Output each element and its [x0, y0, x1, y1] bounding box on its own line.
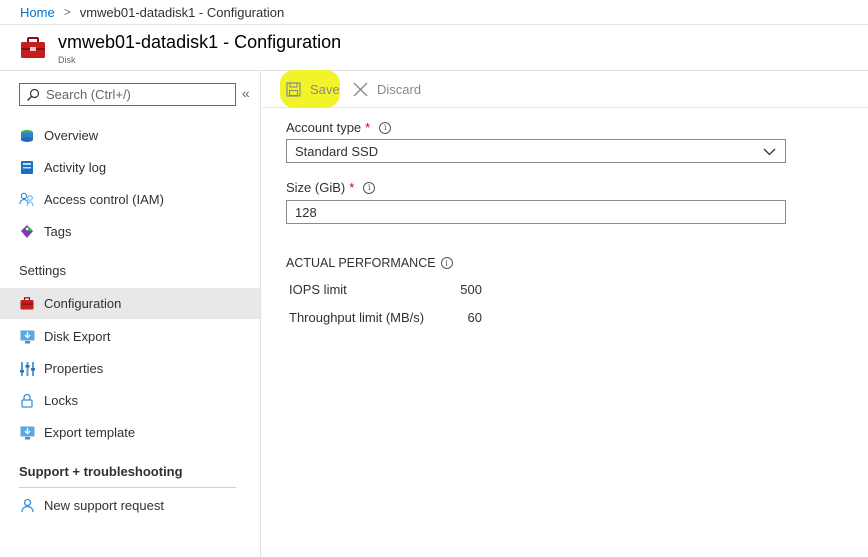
sidebar-item-disk-export[interactable]: Disk Export [0, 321, 260, 352]
lock-icon [19, 393, 35, 409]
overview-icon [19, 128, 35, 144]
export-icon [19, 329, 35, 345]
command-bar: Save Discard [262, 70, 868, 108]
sidebar-item-label: Access control (IAM) [44, 192, 164, 207]
save-button[interactable]: Save [286, 77, 340, 102]
info-icon[interactable]: i [440, 257, 453, 269]
sidebar-item-label: Configuration [44, 296, 122, 311]
section-divider [19, 487, 236, 488]
breadcrumb-current: vmweb01-datadisk1 - Configuration [79, 4, 285, 20]
settings-section-heading: Settings [19, 263, 66, 278]
sidebar-item-new-support-request[interactable]: New support request [0, 490, 260, 521]
save-label: Save [310, 82, 340, 97]
sidebar-item-label: Properties [44, 361, 104, 376]
support-icon [19, 498, 35, 514]
collapse-menu-button[interactable]: « [242, 85, 250, 101]
page-title: vmweb01-datadisk1 - Configuration [58, 32, 342, 52]
close-icon [353, 82, 368, 97]
iops-limit-value: 500 [460, 282, 482, 297]
sidebar-item-label: Tags [44, 224, 72, 239]
required-mark: * [365, 120, 371, 135]
sidebar-item-configuration[interactable]: Configuration [0, 288, 260, 319]
sidebar-item-properties[interactable]: Properties [0, 353, 260, 384]
toolbox-icon [21, 37, 45, 58]
info-icon[interactable]: i [363, 181, 376, 194]
iops-limit-label: IOPS limit [289, 282, 347, 297]
account-type-value: Standard SSD [295, 143, 379, 159]
sidebar-item-label: Disk Export [44, 329, 111, 344]
resource-menu: Search (Ctrl+/) « Overview Activity log … [0, 71, 261, 557]
page-subtitle: Disk [58, 55, 76, 65]
sidebar-item-label: Overview [44, 128, 99, 143]
sidebar-item-label: Activity log [44, 160, 107, 175]
size-label-text: Size (GiB) [286, 180, 346, 195]
account-type-label-text: Account type [286, 120, 362, 135]
search-input[interactable]: Search (Ctrl+/) [19, 83, 236, 106]
account-type-label: Account type * i [286, 120, 392, 135]
size-label: Size (GiB) * i [286, 180, 376, 195]
toolbox-icon [19, 296, 35, 312]
account-type-dropdown[interactable]: Standard SSD [286, 139, 786, 163]
discard-button[interactable]: Discard [353, 77, 421, 102]
required-mark: * [349, 180, 355, 195]
sidebar-item-label: Export template [44, 425, 136, 440]
sidebar-item-label: New support request [44, 498, 164, 513]
throughput-limit-label: Throughput limit (MB/s) [289, 310, 425, 325]
performance-title: ACTUAL PERFORMANCE [286, 256, 436, 270]
page-header: vmweb01-datadisk1 - Configuration Disk [0, 25, 868, 71]
sidebar-item-export-template[interactable]: Export template [0, 417, 260, 448]
sidebar-item-overview[interactable]: Overview [0, 120, 260, 151]
activity-log-icon [19, 160, 35, 176]
breadcrumb: Home > vmweb01-datadisk1 - Configuration [0, 0, 868, 25]
throughput-limit-value: 60 [467, 310, 482, 325]
performance-heading: ACTUAL PERFORMANCE i [286, 256, 453, 270]
breadcrumb-home-link[interactable]: Home [20, 5, 55, 20]
sidebar-item-tags[interactable]: Tags [0, 216, 260, 247]
sidebar-item-access-control[interactable]: Access control (IAM) [0, 184, 260, 215]
sidebar-item-locks[interactable]: Locks [0, 385, 260, 416]
properties-icon [19, 361, 35, 377]
template-icon [19, 425, 35, 441]
info-icon[interactable]: i [379, 121, 392, 134]
search-placeholder: Search (Ctrl+/) [46, 87, 131, 102]
sidebar-item-activity-log[interactable]: Activity log [0, 152, 260, 183]
search-icon [27, 88, 40, 101]
discard-label: Discard [377, 82, 422, 97]
size-input[interactable]: 128 [286, 200, 786, 224]
save-icon [286, 82, 301, 97]
breadcrumb-separator: > [63, 5, 71, 19]
people-icon [19, 192, 35, 208]
chevron-down-icon [763, 148, 776, 156]
support-section-heading: Support + troubleshooting [19, 464, 183, 479]
tag-icon [19, 224, 35, 240]
size-value: 128 [295, 204, 317, 220]
sidebar-item-label: Locks [44, 393, 78, 408]
